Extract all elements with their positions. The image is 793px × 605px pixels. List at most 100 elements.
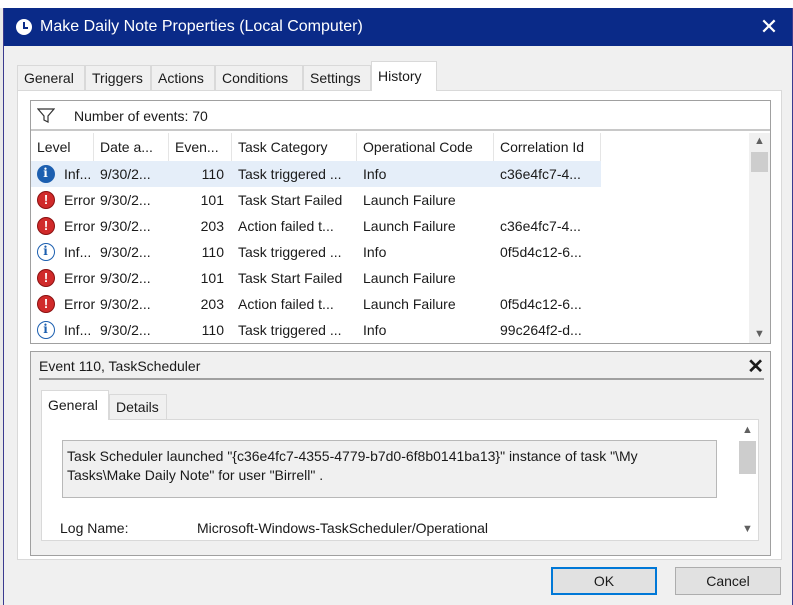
cell-category: Task triggered ... [238, 166, 342, 182]
cell-date: 9/30/2... [100, 296, 151, 312]
close-detail-icon[interactable]: ✕ [747, 354, 764, 379]
cell-level: Error [64, 218, 96, 234]
detail-scrollbar[interactable]: ▲ ▼ [737, 420, 758, 540]
cell-date: 9/30/2... [100, 192, 151, 208]
log-name-label: Log Name: [60, 520, 129, 536]
event-row[interactable]: Error 9/30/2... 203 Action failed t... L… [31, 291, 601, 317]
event-row[interactable]: Error 9/30/2... 101 Task Start Failed La… [31, 265, 601, 291]
error-icon [37, 269, 55, 287]
cell-level: Error [64, 192, 96, 208]
cell-date: 9/30/2... [100, 218, 151, 234]
cell-category: Task triggered ... [238, 244, 342, 260]
cell-event: 110 [201, 166, 224, 182]
event-row[interactable]: Inf... 9/30/2... 110 Task triggered ... … [31, 317, 601, 343]
close-window-button[interactable]: ✕ [746, 8, 792, 46]
title-bar[interactable]: Make Daily Note Properties (Local Comput… [4, 8, 792, 46]
filter-icon[interactable] [37, 108, 55, 124]
event-message[interactable]: Task Scheduler launched "{c36e4fc7-4355-… [62, 440, 717, 498]
cell-correlation [494, 265, 601, 291]
column-header-correlation[interactable]: Correlation Id [494, 133, 601, 161]
cell-correlation: c36e4fc7-4... [500, 218, 581, 234]
cell-level: Error [64, 270, 96, 286]
cell-category: Task Start Failed [238, 270, 343, 286]
tab-general[interactable]: General [17, 65, 85, 90]
cell-date: 9/30/2... [100, 166, 151, 182]
tab-detail-details[interactable]: Details [109, 394, 167, 419]
ok-button[interactable]: OK [551, 567, 657, 595]
event-row[interactable]: Inf... 9/30/2... 110 Task triggered ... … [31, 239, 601, 265]
cell-level: Error [64, 296, 96, 312]
column-header-event[interactable]: Even... [169, 133, 232, 161]
event-row[interactable]: Error 9/30/2... 203 Action failed t... L… [31, 213, 601, 239]
error-icon [37, 295, 55, 313]
tab-settings[interactable]: Settings [303, 65, 371, 90]
tab-triggers[interactable]: Triggers [85, 65, 151, 90]
cell-event: 101 [200, 192, 224, 208]
cell-event: 110 [201, 244, 224, 260]
filter-bar: Number of events: 70 [31, 101, 770, 131]
tab-history[interactable]: History [371, 61, 437, 91]
cell-event: 110 [201, 322, 224, 338]
cell-level: Inf... [64, 166, 92, 182]
events-grid[interactable]: Level Date a... Even... Task Category Op… [31, 133, 749, 343]
cell-correlation [494, 187, 601, 213]
cell-correlation: 0f5d4c12-6... [500, 244, 582, 260]
cell-opcode: Launch Failure [363, 218, 456, 234]
error-icon [37, 217, 55, 235]
tab-conditions[interactable]: Conditions [215, 65, 303, 90]
cell-correlation: 0f5d4c12-6... [500, 296, 582, 312]
scroll-up-icon[interactable]: ▲ [737, 422, 758, 439]
cell-category: Action failed t... [238, 218, 334, 234]
cell-opcode: Info [363, 322, 387, 338]
cancel-button[interactable]: Cancel [675, 567, 781, 595]
event-count: Number of events: 70 [74, 108, 208, 124]
column-header-date[interactable]: Date a... [94, 133, 169, 161]
events-panel: Number of events: 70 Level Date a... Eve… [30, 100, 771, 344]
column-header-opcode[interactable]: Operational Code [357, 133, 494, 161]
window-title: Make Daily Note Properties (Local Comput… [40, 18, 363, 35]
detail-general-pane: Task Scheduler launched "{c36e4fc7-4355-… [41, 419, 759, 541]
cell-date: 9/30/2... [100, 322, 151, 338]
event-detail-panel: Event 110, TaskScheduler ✕ General Detai… [30, 351, 771, 556]
properties-dialog: Make Daily Note Properties (Local Comput… [3, 8, 793, 605]
clock-icon [16, 19, 32, 35]
column-header-category[interactable]: Task Category [232, 133, 357, 161]
tab-actions[interactable]: Actions [151, 65, 215, 90]
cell-opcode: Launch Failure [363, 192, 456, 208]
cell-opcode: Launch Failure [363, 296, 456, 312]
cell-category: Task Start Failed [238, 192, 343, 208]
scroll-down-icon[interactable]: ▼ [737, 521, 758, 538]
cell-event: 101 [200, 270, 224, 286]
tab-detail-general[interactable]: General [41, 390, 109, 420]
column-header-level[interactable]: Level [31, 133, 94, 161]
event-row[interactable]: Inf... 9/30/2... 110 Task triggered ... … [31, 161, 601, 187]
history-tab-pane: Number of events: 70 Level Date a... Eve… [17, 90, 782, 560]
event-row[interactable]: Error 9/30/2... 101 Task Start Failed La… [31, 187, 601, 213]
scroll-down-icon[interactable]: ▼ [749, 326, 770, 343]
detail-title: Event 110, TaskScheduler [39, 358, 201, 374]
cell-level: Inf... [64, 244, 92, 260]
cell-level: Inf... [64, 322, 92, 338]
background-window-strip [0, 0, 793, 8]
scroll-thumb[interactable] [739, 441, 756, 474]
scroll-up-icon[interactable]: ▲ [749, 133, 770, 150]
detail-header: Event 110, TaskScheduler ✕ [39, 352, 764, 380]
cell-event: 203 [200, 296, 224, 312]
cell-correlation: c36e4fc7-4... [500, 166, 581, 182]
cell-opcode: Info [363, 244, 387, 260]
cell-category: Action failed t... [238, 296, 334, 312]
info-icon [37, 243, 55, 261]
cell-opcode: Info [363, 166, 387, 182]
cell-date: 9/30/2... [100, 244, 151, 260]
events-scrollbar[interactable]: ▲ ▼ [749, 133, 770, 343]
info-icon [37, 321, 55, 339]
cell-opcode: Launch Failure [363, 270, 456, 286]
cell-event: 203 [200, 218, 224, 234]
scroll-thumb[interactable] [751, 152, 768, 172]
cell-date: 9/30/2... [100, 270, 151, 286]
info-icon [37, 165, 55, 183]
cell-correlation: 99c264f2-d... [500, 322, 582, 338]
cell-category: Task triggered ... [238, 322, 342, 338]
error-icon [37, 191, 55, 209]
log-name-value[interactable]: Microsoft-Windows-TaskScheduler/Operatio… [197, 520, 488, 536]
